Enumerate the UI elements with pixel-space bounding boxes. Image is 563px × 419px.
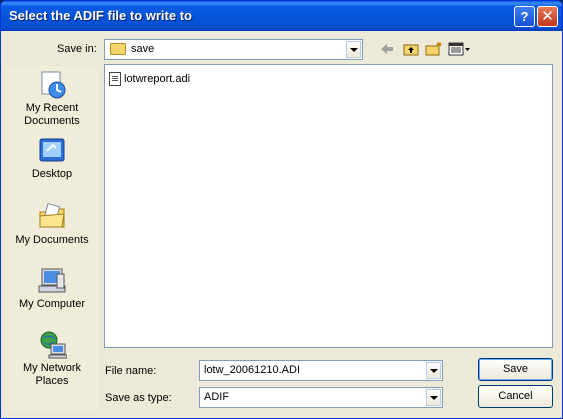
recent-documents-icon xyxy=(37,70,67,100)
save-as-type-value: ADIF xyxy=(204,391,230,403)
new-folder-icon[interactable] xyxy=(425,41,443,57)
chevron-down-icon[interactable] xyxy=(346,41,361,58)
chevron-down-icon[interactable] xyxy=(426,389,441,406)
file-name-value: lotw_20061210.ADI xyxy=(204,364,301,376)
save-button[interactable]: Save xyxy=(478,358,553,381)
place-network-places[interactable]: My Network Places xyxy=(6,330,98,388)
my-computer-icon xyxy=(37,266,67,296)
place-my-computer[interactable]: My Computer xyxy=(6,266,98,311)
chevron-down-icon[interactable] xyxy=(426,362,441,379)
help-button[interactable]: ? xyxy=(514,6,535,27)
place-desktop[interactable]: Desktop xyxy=(6,136,98,181)
save-in-value: save xyxy=(131,43,155,55)
place-label: My Documents xyxy=(15,234,89,246)
place-my-documents[interactable]: My Documents xyxy=(6,202,98,247)
up-folder-icon[interactable] xyxy=(403,41,419,57)
title-bar[interactable]: Select the ADIF file to write to ? ✕ xyxy=(1,1,562,31)
back-arrow-icon[interactable] xyxy=(379,41,395,57)
view-menu-icon[interactable] xyxy=(448,41,472,57)
dialog-title: Select the ADIF file to write to xyxy=(9,8,192,23)
file-list[interactable]: lotwreport.adi xyxy=(104,64,553,348)
help-icon: ? xyxy=(520,9,529,24)
file-name: lotwreport.adi xyxy=(124,73,191,85)
save-in-label: Save in: xyxy=(57,43,97,55)
desktop-icon xyxy=(37,136,67,166)
network-places-icon xyxy=(37,330,68,360)
save-in-combo[interactable]: save xyxy=(104,39,363,60)
cancel-button[interactable]: Cancel xyxy=(478,385,553,408)
place-label: My Computer xyxy=(18,298,86,310)
folder-icon xyxy=(110,43,126,55)
place-label: My Recent Documents xyxy=(24,102,80,127)
save-as-type-label: Save as type: xyxy=(105,392,172,404)
file-name-label: File name: xyxy=(105,365,157,377)
my-documents-icon xyxy=(37,202,67,232)
save-as-type-select[interactable]: ADIF xyxy=(199,387,443,408)
list-item[interactable]: lotwreport.adi xyxy=(109,72,190,86)
place-label: Desktop xyxy=(31,168,73,180)
save-dialog: Select the ADIF file to write to ? ✕ Sav… xyxy=(0,0,563,419)
place-label: My Network Places xyxy=(22,362,82,387)
place-recent-documents[interactable]: My Recent Documents xyxy=(6,70,98,128)
file-name-field[interactable]: lotw_20061210.ADI xyxy=(199,360,443,381)
places-bar: My Recent Documents Desktop My Documents… xyxy=(6,66,98,410)
close-icon: ✕ xyxy=(541,8,554,25)
close-button[interactable]: ✕ xyxy=(537,6,558,27)
adi-file-icon xyxy=(109,72,121,86)
